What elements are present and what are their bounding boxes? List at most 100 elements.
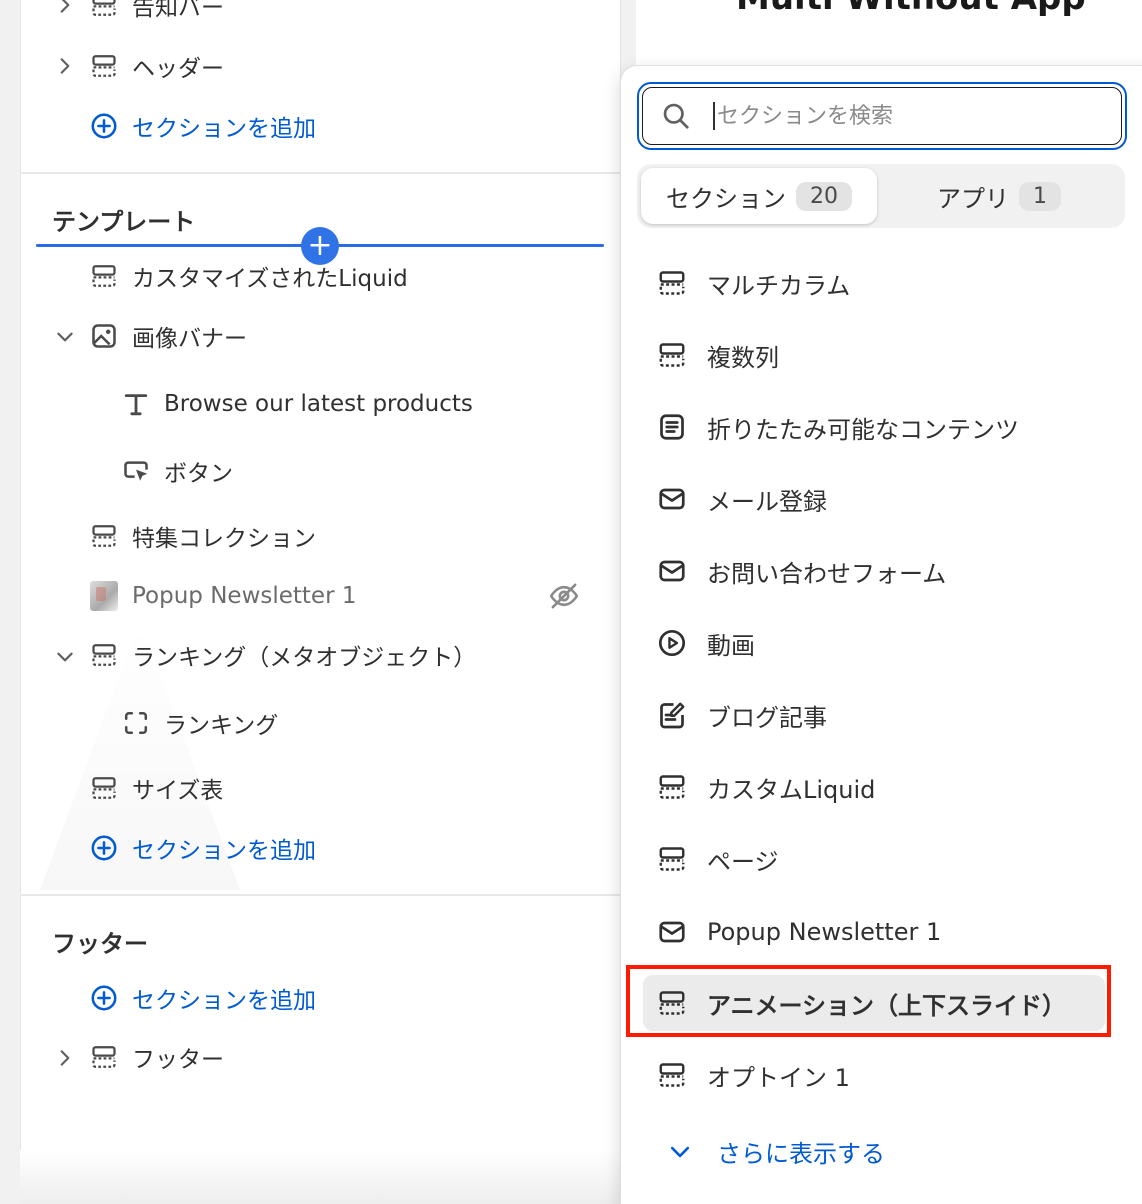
tab-sections[interactable]: セクション 20 bbox=[641, 168, 877, 224]
chevron-right-icon[interactable] bbox=[54, 55, 76, 77]
section-icon bbox=[657, 844, 687, 874]
plus-circle-icon bbox=[90, 112, 118, 140]
picker-item-label: カスタムLiquid bbox=[707, 775, 876, 804]
section-icon bbox=[657, 772, 687, 802]
sidebar-bottom-fade bbox=[20, 1150, 621, 1204]
add-section-label: セクションを追加 bbox=[132, 116, 316, 142]
picker-item-multiple-columns[interactable]: 複数列 bbox=[657, 331, 779, 379]
blog-edit-icon bbox=[657, 700, 687, 730]
sidebar-item-label: ボタン bbox=[164, 461, 233, 487]
picker-item-blog-post[interactable]: ブログ記事 bbox=[657, 691, 827, 739]
section-icon bbox=[90, 641, 118, 669]
show-more-button[interactable]: さらに表示する bbox=[667, 1134, 885, 1169]
sidebar-item-custom-liquid[interactable]: カスタマイズされたLiquid bbox=[90, 256, 408, 296]
image-icon bbox=[90, 322, 118, 350]
section-icon bbox=[657, 1060, 687, 1090]
group-divider bbox=[20, 894, 621, 896]
sidebar-item-label: サイズ表 bbox=[132, 778, 224, 804]
section-icon bbox=[90, 1043, 118, 1071]
mail-icon bbox=[657, 484, 687, 514]
chevron-down-icon[interactable] bbox=[54, 646, 76, 668]
picker-item-video[interactable]: 動画 bbox=[657, 619, 755, 667]
mail-icon bbox=[657, 917, 687, 947]
sidebar-block-text[interactable]: Browse our latest products bbox=[122, 384, 473, 424]
picker-item-label: Popup Newsletter 1 bbox=[707, 918, 942, 946]
sidebar-item-label: フッター bbox=[132, 1047, 224, 1073]
section-icon bbox=[657, 268, 687, 298]
section-icon bbox=[90, 0, 118, 19]
chevron-down-icon[interactable] bbox=[54, 326, 76, 348]
picker-item-label: メール登録 bbox=[707, 487, 827, 516]
tab-label: セクション bbox=[666, 184, 786, 213]
button-icon bbox=[122, 457, 150, 485]
plus-circle-icon bbox=[90, 984, 118, 1012]
picker-item-label: ブログ記事 bbox=[707, 703, 827, 732]
sidebar-item-footer[interactable]: フッター bbox=[90, 1037, 224, 1077]
play-circle-icon bbox=[657, 628, 687, 658]
sidebar-item-label: ランキング bbox=[164, 713, 279, 739]
add-section-button[interactable]: セクションを追加 bbox=[90, 828, 316, 868]
sidebar-item-label: 画像バナー bbox=[132, 326, 247, 352]
picker-item-email-signup[interactable]: メール登録 bbox=[657, 475, 827, 523]
footer-heading: フッター bbox=[52, 930, 148, 958]
group-divider bbox=[20, 172, 621, 174]
count-badge: 20 bbox=[796, 181, 852, 211]
sidebar-item-label: 特集コレクション bbox=[132, 526, 316, 552]
picker-item-optin[interactable]: オプトイン 1 bbox=[657, 1051, 850, 1099]
picker-item-page[interactable]: ページ bbox=[657, 835, 779, 883]
chevron-right-icon[interactable] bbox=[54, 0, 76, 16]
tab-label: アプリ bbox=[937, 184, 1009, 213]
highlight-annotation-box bbox=[626, 965, 1111, 1037]
sidebar-item-popup-newsletter[interactable]: Popup Newsletter 1 bbox=[90, 576, 357, 616]
app-thumbnail-icon bbox=[90, 581, 118, 611]
sidebar-item-label: ランキング（メタオブジェクト） bbox=[132, 645, 477, 671]
picker-item-custom-liquid[interactable]: カスタムLiquid bbox=[657, 763, 875, 811]
sidebar-item-image-banner[interactable]: 画像バナー bbox=[90, 316, 247, 356]
sidebar-item-announcement-bar[interactable]: 告知バー bbox=[90, 0, 224, 25]
sidebar-block-button[interactable]: ボタン bbox=[122, 451, 233, 491]
document-icon bbox=[657, 412, 687, 442]
preview-title: Multi Without App bbox=[736, 0, 1086, 18]
sidebar-item-label: Popup Newsletter 1 bbox=[132, 583, 357, 609]
chevron-right-icon[interactable] bbox=[54, 1047, 76, 1069]
add-section-button[interactable]: セクションを追加 bbox=[90, 106, 316, 146]
section-icon bbox=[90, 522, 118, 550]
eye-off-icon[interactable] bbox=[548, 580, 580, 612]
picker-item-label: お問い合わせフォーム bbox=[707, 559, 947, 588]
text-icon bbox=[122, 390, 150, 418]
sidebar-item-featured-collection[interactable]: 特集コレクション bbox=[90, 516, 316, 556]
section-icon bbox=[90, 52, 118, 80]
section-icon bbox=[90, 774, 118, 802]
mail-icon bbox=[657, 556, 687, 586]
search-icon bbox=[661, 101, 691, 131]
add-section-label: セクションを追加 bbox=[132, 988, 316, 1014]
add-section-label: セクションを追加 bbox=[132, 838, 316, 864]
picker-item-label: 折りたたみ可能なコンテンツ bbox=[707, 415, 1019, 444]
tab-apps[interactable]: アプリ 1 bbox=[899, 168, 1099, 224]
picker-item-multicolumn[interactable]: マルチカラム bbox=[657, 259, 850, 307]
show-more-label: さらに表示する bbox=[717, 1140, 885, 1168]
picker-item-collapsible-content[interactable]: 折りたたみ可能なコンテンツ bbox=[657, 403, 1019, 451]
section-picker-popover: セクション 20 アプリ 1 マルチカラム 複数列 折りたたみ可能なコンテンツ … bbox=[621, 66, 1142, 1204]
picker-item-popup-newsletter[interactable]: Popup Newsletter 1 bbox=[657, 908, 941, 956]
search-input[interactable] bbox=[713, 102, 1093, 130]
search-box bbox=[642, 87, 1122, 145]
block-icon bbox=[122, 709, 150, 737]
sidebar-block-ranking[interactable]: ランキング bbox=[122, 703, 278, 743]
sidebar-item-label: ヘッダー bbox=[132, 56, 224, 82]
section-icon bbox=[90, 262, 118, 290]
search-focus-ring bbox=[637, 82, 1127, 150]
picker-item-label: 複数列 bbox=[707, 343, 779, 372]
sidebar-item-ranking-metaobject[interactable]: ランキング（メタオブジェクト） bbox=[90, 635, 476, 675]
sidebar-item-label: カスタマイズされたLiquid bbox=[132, 266, 408, 292]
sidebar: 告知バー ヘッダー セクションを追加 テンプレート + カスタマイズされたLiq… bbox=[0, 0, 636, 1204]
picker-item-label: マルチカラム bbox=[707, 271, 851, 300]
sidebar-item-header[interactable]: ヘッダー bbox=[90, 46, 224, 86]
picker-item-contact-form[interactable]: お問い合わせフォーム bbox=[657, 547, 946, 595]
section-icon bbox=[657, 340, 687, 370]
picker-item-label: オプトイン 1 bbox=[707, 1063, 850, 1092]
sidebar-item-size-chart[interactable]: サイズ表 bbox=[90, 768, 223, 808]
add-section-button[interactable]: セクションを追加 bbox=[90, 978, 316, 1018]
template-heading: テンプレート bbox=[52, 208, 196, 236]
picker-tabs: セクション 20 アプリ 1 bbox=[637, 164, 1125, 228]
